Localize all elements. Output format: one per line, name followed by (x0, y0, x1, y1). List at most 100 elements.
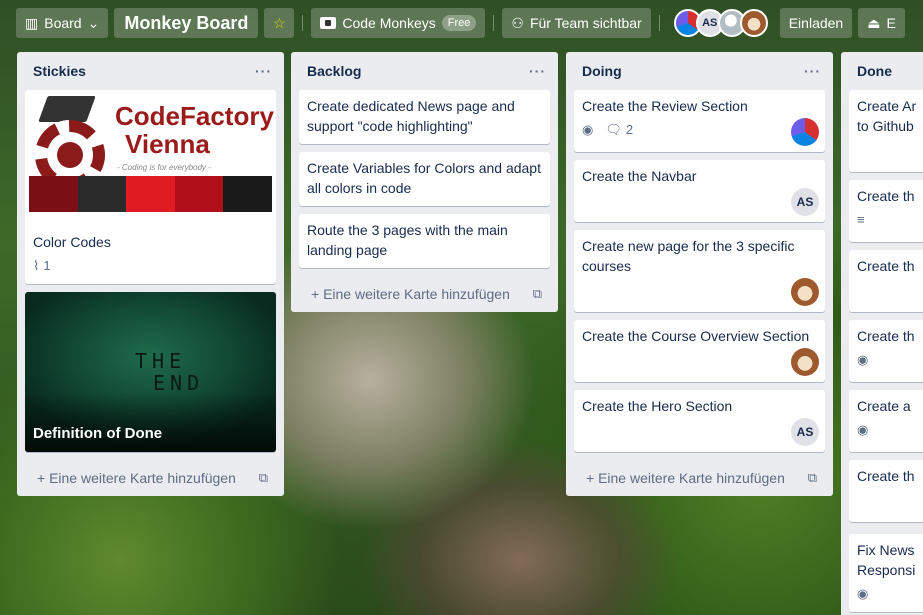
card-title: Create dedicated News page and support "… (307, 98, 515, 134)
card-title: Create the Hero Section (582, 398, 733, 414)
card[interactable]: Create the Review Section ◉ 🗨 2 (574, 90, 825, 152)
card-title: Create the Course Overview Section (582, 328, 810, 344)
cover-overlay (25, 392, 276, 452)
attachment-count: 1 (43, 258, 51, 273)
card-template-icon[interactable]: ⧉ (808, 470, 817, 486)
card-cover: CodeFactory Vienna - Coding is for every… (25, 90, 276, 224)
card-badges: ≡ (857, 210, 923, 230)
card-title: Fix News Responsi (857, 542, 916, 578)
swatch (29, 176, 78, 212)
list-title[interactable]: Done (857, 63, 892, 79)
card-title: Create a (857, 398, 911, 414)
card-color-codes[interactable]: CodeFactory Vienna - Coding is for every… (25, 90, 276, 284)
invite-button[interactable]: Einladen (779, 8, 853, 38)
list-title[interactable]: Stickies (33, 63, 86, 79)
eye-icon: ◉ (857, 422, 869, 437)
cover-text: THE END (135, 350, 204, 394)
more-icon[interactable]: ··· (255, 63, 272, 79)
workspace-icon (320, 17, 337, 29)
board-title[interactable]: Monkey Board (114, 8, 259, 38)
add-card-label: + Eine weitere Karte hinzufügen (586, 470, 785, 486)
comment-icon: 🗨 (605, 122, 622, 137)
card[interactable]: Create the Navbar AS (574, 160, 825, 222)
card[interactable]: Create th ≡ (849, 180, 923, 242)
card[interactable]: Create the Course Overview Section (574, 320, 825, 382)
list-done: Done Create Ar to Github Create th ≡ Cre… (841, 52, 923, 615)
cover-text-line: THE (135, 349, 187, 373)
cover-text-line: END (153, 371, 205, 395)
card-badges: ◉ 🗨 2 (582, 120, 817, 140)
more-icon[interactable]: ··· (804, 63, 821, 79)
avatar[interactable] (791, 118, 819, 146)
avatar[interactable] (791, 348, 819, 376)
swatch (126, 176, 175, 212)
avatar[interactable] (739, 9, 768, 37)
list-stickies: Stickies ··· CodeFactory Vienna - Coding… (17, 52, 284, 496)
logo-text: CodeFactory (115, 101, 274, 131)
add-card-label: + Eine weitere Karte hinzufügen (311, 286, 510, 302)
list-title[interactable]: Backlog (307, 63, 361, 79)
add-card-button[interactable]: + Eine weitere Karte hinzufügen ⧉ (574, 460, 825, 496)
list-title[interactable]: Doing (582, 63, 622, 79)
card[interactable]: Create dedicated News page and support "… (299, 90, 550, 144)
card-title: Create the Navbar (582, 168, 697, 184)
card-title: Create Variables for Colors and adapt al… (307, 160, 541, 196)
card[interactable]: Create th (849, 250, 923, 312)
list-header[interactable]: Done (849, 52, 923, 90)
avatar-initials: AS (796, 195, 814, 209)
avatar[interactable]: AS (791, 418, 819, 446)
board-switcher-button[interactable]: ▥ Board ⌄ (16, 8, 109, 38)
card[interactable]: Create a ◉ (849, 390, 923, 452)
workspace-label: Code Monkeys (342, 15, 436, 31)
add-card-button[interactable]: + Eine weitere Karte hinzufügen ⧉ (299, 276, 550, 312)
description-icon: ≡ (857, 212, 865, 227)
plan-badge: Free (441, 15, 477, 31)
watch-badge: ◉ (582, 120, 593, 140)
card-template-icon[interactable]: ⧉ (533, 286, 542, 302)
list-header[interactable]: Backlog ··· (299, 52, 550, 90)
board-icon: ▥ (25, 14, 39, 31)
attachment-badge: ⌇ 1 (33, 256, 51, 276)
card[interactable]: Create th (849, 460, 923, 522)
card-badges: ◉ (857, 584, 923, 604)
chevron-down-icon: ⌄ (87, 14, 100, 31)
comment-badge: 🗨 2 (605, 120, 633, 140)
card[interactable]: Route the 3 pages with the main landing … (299, 214, 550, 268)
team-icon: ⚇ (511, 14, 524, 31)
card-title: Route the 3 pages with the main landing … (307, 222, 508, 258)
card[interactable]: Create new page for the 3 specific cours… (574, 230, 825, 312)
card[interactable]: Create Ar to Github (849, 90, 923, 172)
board-members: AS (673, 9, 768, 37)
paperclip-icon: ⌇ (33, 258, 40, 273)
invite-label: Einladen (788, 15, 844, 31)
card-title: Definition of Done (33, 425, 163, 442)
eye-icon: ◉ (582, 122, 594, 137)
workspace-button[interactable]: Code Monkeys Free (311, 8, 486, 38)
card-title: Create new page for the 3 specific cours… (582, 238, 795, 274)
list-header[interactable]: Stickies ··· (25, 52, 276, 90)
star-icon[interactable]: ☆ (264, 8, 295, 38)
more-icon[interactable]: ··· (529, 63, 546, 79)
card[interactable]: Create the Hero Section AS (574, 390, 825, 452)
card-title: Create th (857, 468, 915, 484)
card[interactable]: Create Variables for Colors and adapt al… (299, 152, 550, 206)
avatar[interactable]: AS (791, 188, 819, 216)
card-badges: ◉ (857, 420, 923, 440)
add-card-button[interactable]: + Eine weitere Karte hinzufügen ⧉ (25, 460, 276, 496)
card-title: Create Ar to Github (857, 98, 917, 134)
overflow-label: E (886, 15, 896, 31)
card-template-icon[interactable]: ⧉ (259, 470, 268, 486)
visibility-button[interactable]: ⚇ Für Team sichtbar (502, 8, 651, 38)
avatar-initials: AS (796, 425, 814, 439)
divider (493, 15, 495, 31)
card[interactable]: Fix News Responsi ◉ (849, 534, 923, 612)
swatch (77, 176, 127, 212)
card-title: Color Codes (33, 234, 111, 250)
avatar[interactable] (791, 278, 819, 306)
card[interactable]: Create th ◉ (849, 320, 923, 382)
list-header[interactable]: Doing ··· (574, 52, 825, 90)
card-definition-of-done[interactable]: THE END Definition of Done (25, 292, 276, 452)
add-card-label: + Eine weitere Karte hinzufügen (37, 470, 236, 486)
overflow-button[interactable]: ⏏ E (858, 8, 905, 38)
card-title: Create th (857, 188, 915, 204)
